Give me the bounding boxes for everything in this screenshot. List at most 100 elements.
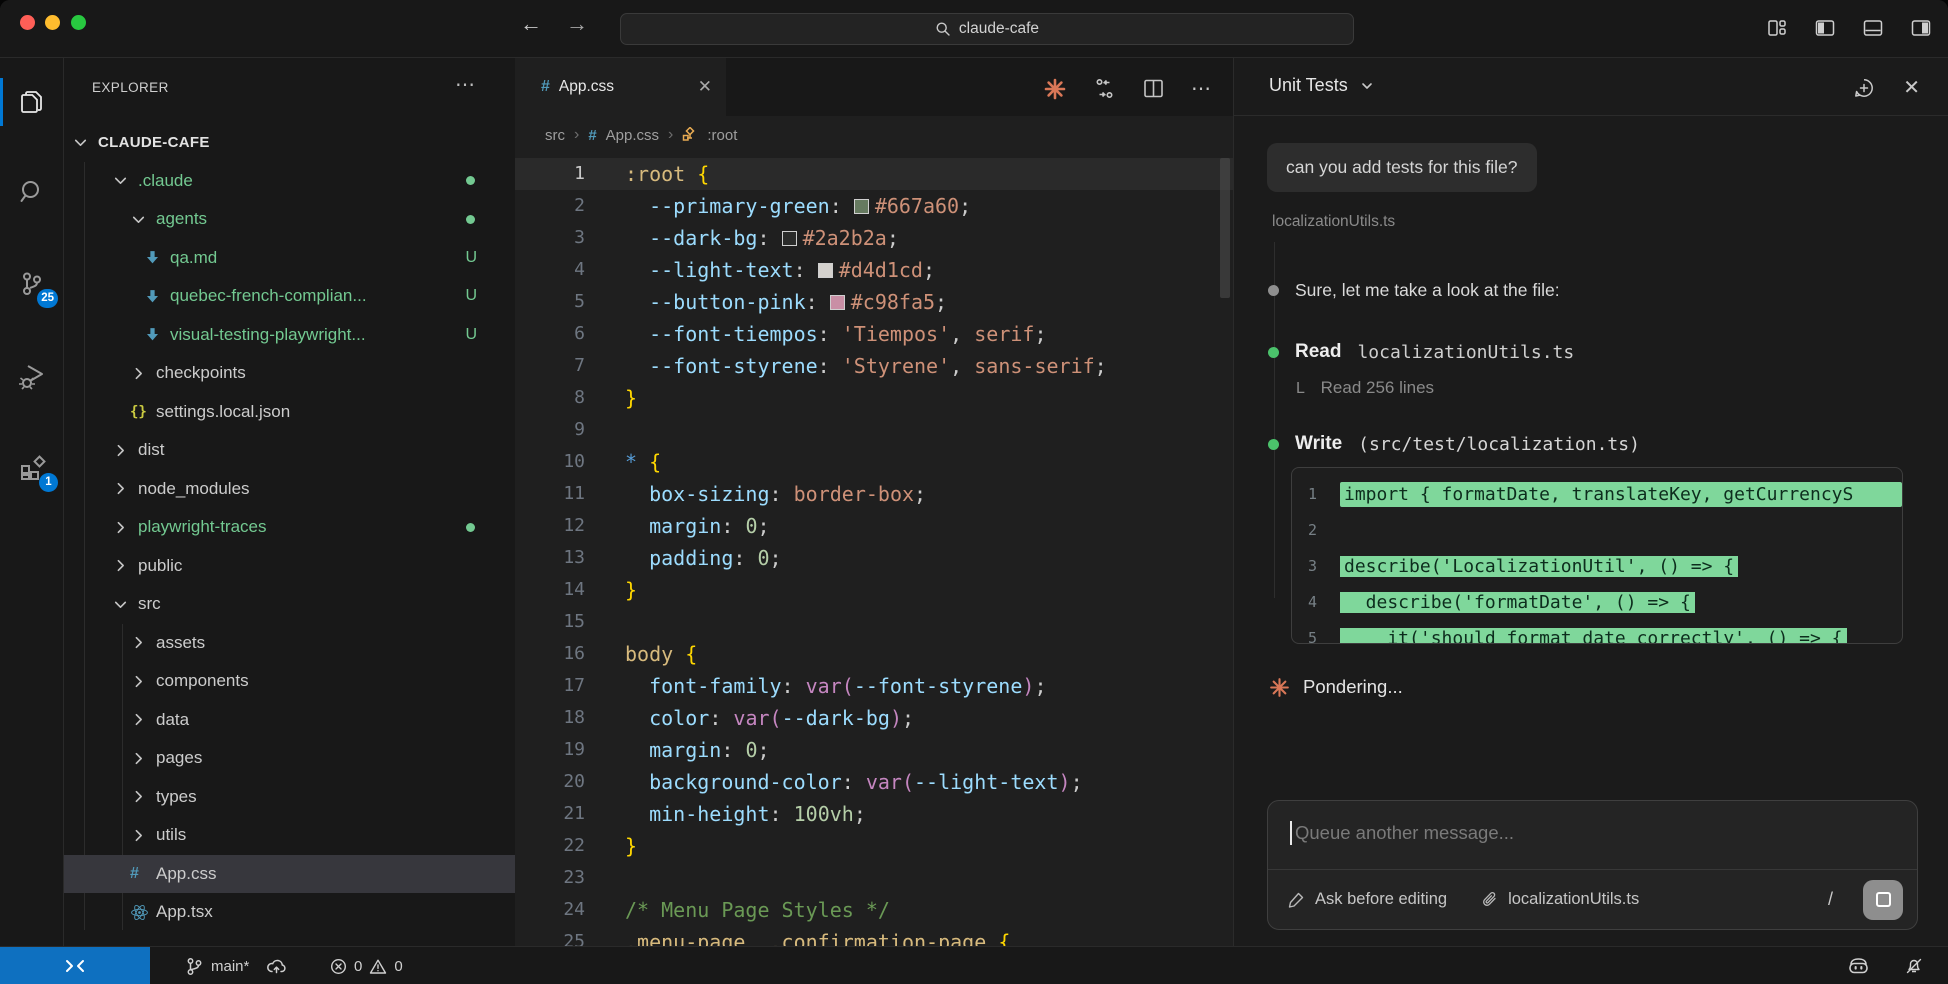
close-tab-icon[interactable]: ✕ <box>698 77 712 97</box>
tree-item-types[interactable]: types <box>64 778 515 817</box>
code-line-23[interactable]: 23 <box>515 862 1233 894</box>
line-content: --dark-bg: #2a2b2a; <box>585 222 899 254</box>
code-line-8[interactable]: 8} <box>515 382 1233 414</box>
context-file-label[interactable]: localizationUtils.ts <box>1272 213 1395 231</box>
tree-item-data[interactable]: data <box>64 701 515 740</box>
breadcrumb[interactable]: src › # App.css › :root <box>515 116 1233 154</box>
code-line-15[interactable]: 15 <box>515 606 1233 638</box>
sync-cloud-icon[interactable] <box>266 958 287 975</box>
code-line-10[interactable]: 10* { <box>515 446 1233 478</box>
code-line-16[interactable]: 16body { <box>515 638 1233 670</box>
code-line-11[interactable]: 11 box-sizing: border-box; <box>515 478 1233 510</box>
toggle-left-sidebar-icon[interactable] <box>1814 17 1836 39</box>
explorer-more-actions-icon[interactable]: ⋯ <box>455 72 477 97</box>
tree-item-public[interactable]: public <box>64 547 515 586</box>
claude-run-icon[interactable] <box>1043 77 1067 101</box>
code-line-20[interactable]: 20 background-color: var(--light-text); <box>515 766 1233 798</box>
minimize-window-button[interactable] <box>45 15 60 30</box>
back-arrow-icon[interactable]: ← <box>516 11 546 37</box>
code-line-2[interactable]: 2 --primary-green: #667a60; <box>515 190 1233 222</box>
tree-item-utils[interactable]: utils <box>64 816 515 855</box>
tree-item-dist[interactable]: dist <box>64 431 515 470</box>
code-line-1[interactable]: 1:root { <box>515 158 1233 190</box>
more-actions-icon[interactable]: ⋯ <box>1191 76 1211 101</box>
code-line-9[interactable]: 9 <box>515 414 1233 446</box>
toggle-panel-icon[interactable] <box>1862 17 1884 39</box>
code-line-14[interactable]: 14} <box>515 574 1233 606</box>
close-panel-icon[interactable]: ✕ <box>1903 75 1920 100</box>
code-line-19[interactable]: 19 margin: 0; <box>515 734 1233 766</box>
write-tool-call[interactable]: Write (src/test/localization.ts) <box>1268 433 1640 455</box>
breadcrumb-file[interactable]: App.css <box>606 127 659 144</box>
breadcrumb-src[interactable]: src <box>545 127 565 144</box>
tree-item-pages[interactable]: pages <box>64 739 515 778</box>
close-window-button[interactable] <box>20 15 35 30</box>
color-swatch[interactable] <box>818 263 833 278</box>
code-line-22[interactable]: 22} <box>515 830 1233 862</box>
composer-input[interactable]: Queue another message... <box>1290 821 1514 845</box>
search-view-icon[interactable] <box>0 168 64 216</box>
read-tool-call[interactable]: Read localizationUtils.ts <box>1268 341 1574 363</box>
code-line-17[interactable]: 17 font-family: var(--font-styrene); <box>515 670 1233 702</box>
code-line-18[interactable]: 18 color: var(--dark-bg); <box>515 702 1233 734</box>
forward-arrow-icon[interactable]: → <box>562 11 592 37</box>
message-composer[interactable]: Queue another message... Ask before edit… <box>1267 800 1918 930</box>
tree-item-app-css[interactable]: #App.css <box>64 855 515 894</box>
toggle-right-sidebar-icon[interactable] <box>1910 17 1932 39</box>
code-editor[interactable]: 1:root {2 --primary-green: #667a60;3 --d… <box>515 158 1233 946</box>
tree-item-settings-local-json[interactable]: {}settings.local.json <box>64 393 515 432</box>
code-line-6[interactable]: 6 --font-tiempos: 'Tiempos', serif; <box>515 318 1233 350</box>
new-chat-icon[interactable] <box>1853 77 1875 99</box>
tree-item-playwright-traces[interactable]: playwright-traces <box>64 508 515 547</box>
tree-item-quebec-french-complian[interactable]: quebec-french-complian...U <box>64 277 515 316</box>
code-line-5[interactable]: 5 --button-pink: #c98fa5; <box>515 286 1233 318</box>
command-center-search[interactable]: claude-cafe <box>620 13 1354 45</box>
permission-mode-selector[interactable]: Ask before editing <box>1315 890 1447 909</box>
tree-item-checkpoints[interactable]: checkpoints <box>64 354 515 393</box>
split-editor-icon[interactable] <box>1142 77 1165 100</box>
color-swatch[interactable] <box>854 199 869 214</box>
attachment-chip[interactable]: localizationUtils.ts <box>1508 890 1639 909</box>
explorer-icon[interactable] <box>0 78 64 126</box>
tab-app-css[interactable]: # App.css ✕ <box>515 58 726 116</box>
code-line-12[interactable]: 12 margin: 0; <box>515 510 1233 542</box>
problems-status[interactable]: 0 0 <box>330 947 403 984</box>
remote-indicator[interactable] <box>0 947 150 984</box>
tree-item-app-tsx[interactable]: App.tsx <box>64 893 515 932</box>
code-line-21[interactable]: 21 min-height: 100vh; <box>515 798 1233 830</box>
source-control-icon[interactable]: 25 <box>0 260 64 308</box>
tree-item-assets[interactable]: assets <box>64 624 515 663</box>
code-line-25[interactable]: 25.menu-page, .confirmation-page { <box>515 926 1233 946</box>
color-swatch[interactable] <box>782 231 797 246</box>
tree-item-src[interactable]: src <box>64 585 515 624</box>
branch-status[interactable]: main* <box>186 947 287 984</box>
tree-item-qa-md[interactable]: qa.mdU <box>64 239 515 278</box>
remote-icon <box>64 957 86 975</box>
tree-item-node-modules[interactable]: node_modules <box>64 470 515 509</box>
code-line-24[interactable]: 24/* Menu Page Styles */ <box>515 894 1233 926</box>
extensions-icon[interactable]: 1 <box>0 444 64 492</box>
code-line-7[interactable]: 7 --font-styrene: 'Styrene', sans-serif; <box>515 350 1233 382</box>
open-changes-icon[interactable] <box>1093 77 1116 100</box>
stop-button[interactable] <box>1863 880 1903 920</box>
tree-item-claude[interactable]: .claude <box>64 162 515 201</box>
customize-layout-icon[interactable] <box>1766 17 1788 39</box>
editor-scrollbar[interactable] <box>1220 158 1230 298</box>
status-text: Pondering... <box>1303 676 1403 698</box>
code-line-13[interactable]: 13 padding: 0; <box>515 542 1233 574</box>
code-line-3[interactable]: 3 --dark-bg: #2a2b2a; <box>515 222 1233 254</box>
diff-code-block[interactable]: 1import { formatDate, translateKey, getC… <box>1291 467 1903 644</box>
tree-item-claude-cafe[interactable]: CLAUDE-CAFE <box>64 123 515 162</box>
notifications-muted-icon[interactable] <box>1904 956 1924 976</box>
tree-item-agents[interactable]: agents <box>64 200 515 239</box>
slash-command-hint[interactable]: / <box>1828 889 1833 910</box>
copilot-icon[interactable] <box>1847 956 1870 976</box>
color-swatch[interactable] <box>830 295 845 310</box>
zoom-window-button[interactable] <box>71 15 86 30</box>
code-line-4[interactable]: 4 --light-text: #d4d1cd; <box>515 254 1233 286</box>
tree-item-visual-testing-playwright[interactable]: visual-testing-playwright...U <box>64 316 515 355</box>
breadcrumb-symbol[interactable]: :root <box>707 127 737 144</box>
run-debug-icon[interactable] <box>0 352 64 400</box>
chat-title-dropdown[interactable]: Unit Tests <box>1269 75 1374 96</box>
tree-item-components[interactable]: components <box>64 662 515 701</box>
